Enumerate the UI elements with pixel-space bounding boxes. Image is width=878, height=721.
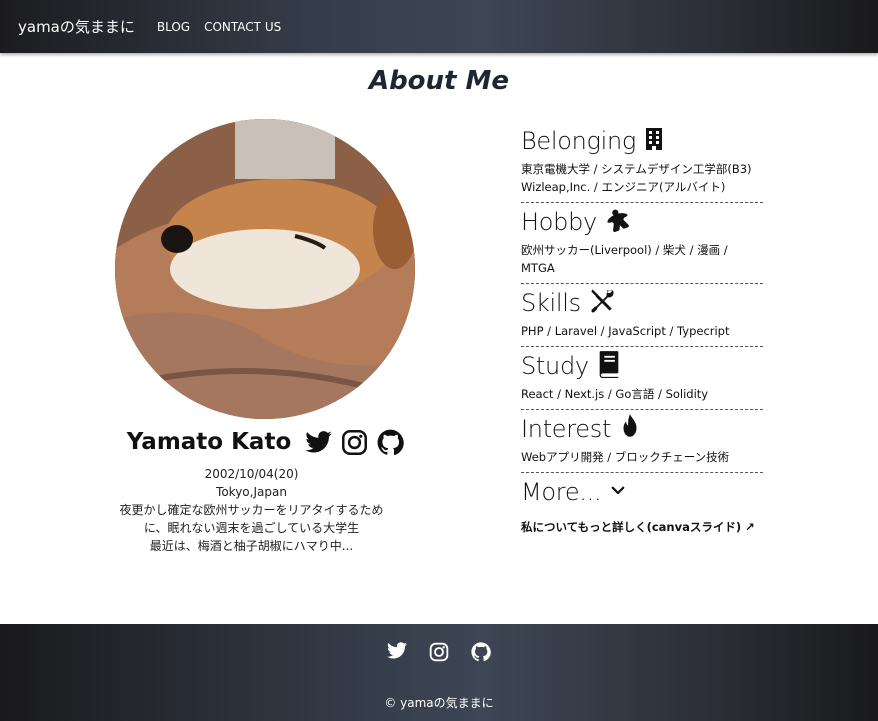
profile-bio-line-3: 最近は、梅酒と柚子胡椒にハマり中... xyxy=(149,539,354,553)
profile-bio-line-1: 夜更かし確定な欧州サッカーをリアタイするため xyxy=(119,503,384,517)
footer-copyright: © yamaの気ままに xyxy=(384,696,494,710)
nav-link-contact[interactable]: CONTACT US xyxy=(204,20,281,34)
chevron-down-icon[interactable] xyxy=(609,481,627,503)
profile-name-row: Yamato Kato xyxy=(116,424,416,460)
about-sections: Belonging 東京電機大学 / システムデザイン工学部(B3) Wizle… xyxy=(521,124,763,543)
section-line: Wizleap,Inc. / エンジニア(アルバイト) xyxy=(521,180,726,194)
shiba-dog-image xyxy=(115,119,415,419)
section-line: PHP / Laravel / JavaScript / Typecript xyxy=(521,324,730,338)
fire-icon xyxy=(619,414,641,444)
profile-photo xyxy=(115,119,415,419)
profile-meta: 2002/10/04(20) Tokyo,Japan 夜更かし確定な欧州サッカー… xyxy=(110,465,393,555)
section-title-skills: Skills xyxy=(521,289,581,317)
section-line: React / Next.js / Go言語 / Solidity xyxy=(521,387,709,401)
section-title-interest: Interest xyxy=(521,415,612,443)
instagram-icon[interactable] xyxy=(429,642,449,666)
section-title-study: Study xyxy=(521,352,589,380)
building-icon xyxy=(644,127,664,155)
github-icon[interactable] xyxy=(471,642,491,666)
section-line: 東京電機大学 / システムデザイン工学部(B3) xyxy=(521,162,752,176)
section-more[interactable]: More... 私についてもっと詳しく(canvaスライド) ↗ xyxy=(521,475,763,541)
profile-name: Yamato Kato xyxy=(126,429,292,455)
nav-link-blog[interactable]: BLOG xyxy=(157,20,190,34)
twitter-icon[interactable] xyxy=(303,427,333,457)
section-hobby: Hobby 欧州サッカー(Liverpool) / 柴犬 / 漫画 / MTGA xyxy=(521,205,763,284)
site-brand[interactable]: yamaの気ままに xyxy=(18,16,135,37)
meeple-icon xyxy=(605,207,631,237)
section-title-hobby: Hobby xyxy=(521,208,597,236)
canva-slide-link[interactable]: 私についてもっと詳しく(canvaスライド) ↗ xyxy=(521,519,763,535)
footer-icons xyxy=(0,642,878,666)
section-study: Study React / Next.js / Go言語 / Solidity xyxy=(521,349,763,410)
section-skills: Skills PHP / Laravel / JavaScript / Type… xyxy=(521,286,763,347)
footer: © yamaの気ままに xyxy=(0,624,878,721)
github-icon[interactable] xyxy=(375,427,405,457)
section-title-more[interactable]: More... xyxy=(521,478,602,506)
tools-icon xyxy=(589,287,617,319)
section-title-belonging: Belonging xyxy=(521,127,637,155)
section-line: 欧州サッカー(Liverpool) / 柴犬 / 漫画 / MTGA xyxy=(521,243,728,275)
page-title: About Me xyxy=(368,66,510,96)
top-navbar: yamaの気ままに BLOG CONTACT US xyxy=(0,0,878,53)
instagram-icon[interactable] xyxy=(339,427,369,457)
profile-birthday: 2002/10/04(20) xyxy=(204,467,299,481)
section-belonging: Belonging 東京電機大学 / システムデザイン工学部(B3) Wizle… xyxy=(521,124,763,203)
profile-bio-line-2: に、眠れない週末を過ごしている大学生 xyxy=(143,521,360,535)
section-interest: Interest Webアプリ開発 / ブロックチェーン技術 xyxy=(521,412,763,473)
twitter-icon[interactable] xyxy=(387,642,407,666)
section-line: Webアプリ開発 / ブロックチェーン技術 xyxy=(521,450,730,464)
profile-location: Tokyo,Japan xyxy=(216,485,287,499)
book-icon xyxy=(597,350,621,382)
